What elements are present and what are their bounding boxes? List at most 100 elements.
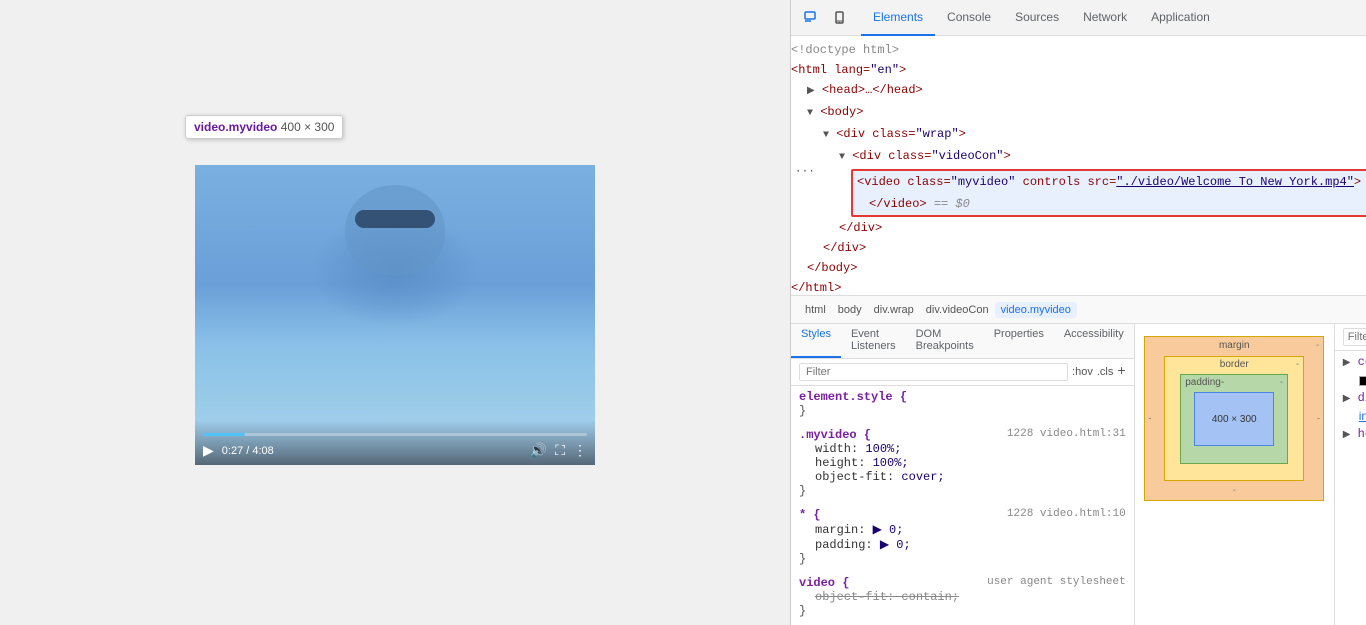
content-box: 400 × 300 bbox=[1194, 392, 1274, 446]
progress-fill bbox=[203, 433, 245, 436]
more-options-icon[interactable]: ⋮ bbox=[573, 442, 587, 459]
dom-doctype[interactable]: <!doctype html> bbox=[791, 40, 1366, 60]
margin-top-label: margin bbox=[1219, 340, 1250, 351]
video-element[interactable]: ▶ 0:27 / 4:08 🔊 ⛶ ⋮ bbox=[195, 165, 595, 465]
universal-source[interactable]: 1228 video.html:10 bbox=[1007, 508, 1126, 520]
dom-container: <!doctype html> <html lang="en"> ▶ <head… bbox=[791, 36, 1366, 296]
html-tag: <html lang="en"> bbox=[791, 63, 906, 77]
tooltip-class: video.myvideo bbox=[194, 120, 277, 134]
box-model-panel: margin - border - padding- - 400 × 300 bbox=[1135, 324, 1335, 625]
styles-panel: Styles Event Listeners DOM Breakpoints P… bbox=[791, 324, 1135, 625]
dom-wrap-div[interactable]: ▼ <div class="wrap"> bbox=[791, 124, 1366, 146]
color-expand-arrow[interactable]: ▶ bbox=[1343, 358, 1351, 369]
padding-label: padding- bbox=[1185, 377, 1224, 388]
myvideo-style-rule: .myvideo { 1228 video.html:31 width: 100… bbox=[799, 428, 1126, 498]
margin-bottom-val: - bbox=[1233, 485, 1236, 496]
computed-filter-bar: Show all bbox=[1335, 324, 1366, 351]
tab-application[interactable]: Application bbox=[1139, 0, 1222, 36]
styles-content: element.style { } .myvideo { 1228 video.… bbox=[791, 386, 1134, 625]
devtools-tabs: Elements Console Sources Network Applica… bbox=[861, 0, 1366, 36]
universal-style-rule: * { 1228 video.html:10 margin: ▶ 0; padd… bbox=[799, 508, 1126, 566]
hover-filter-button[interactable]: :hov bbox=[1072, 366, 1093, 378]
dom-head[interactable]: ▶ <head>…</head> bbox=[791, 80, 1366, 102]
video-controls: ▶ 0:27 / 4:08 🔊 ⛶ ⋮ bbox=[195, 420, 595, 465]
margin-dash-label: - bbox=[1316, 340, 1319, 351]
display-link[interactable]: inline bbox=[1359, 409, 1366, 423]
dom-videocon-div[interactable]: ▼ <div class="videoCon"> bbox=[791, 146, 1366, 168]
tab-styles[interactable]: Styles bbox=[791, 324, 841, 358]
styles-filter-input[interactable] bbox=[799, 363, 1068, 381]
dom-html[interactable]: <html lang="en"> bbox=[791, 60, 1366, 80]
inspect-element-button[interactable] bbox=[797, 4, 825, 32]
computed-panel: Show all ▶ color rgb(0, 0, 0) ▶ display … bbox=[1335, 324, 1366, 625]
videocon-expand-arrow[interactable]: ▼ bbox=[839, 152, 845, 163]
head-expand-arrow[interactable]: ▶ bbox=[807, 86, 815, 97]
element-style-rule: element.style { } bbox=[799, 390, 1126, 418]
video-panel: video.myvideo 400 × 300 ▶ 0:27 / 4:08 🔊 … bbox=[0, 0, 790, 625]
tab-console[interactable]: Console bbox=[935, 0, 1003, 36]
tab-accessibility[interactable]: Accessibility bbox=[1054, 324, 1134, 358]
body-expand-arrow[interactable]: ▼ bbox=[807, 108, 813, 119]
volume-icon[interactable]: 🔊 bbox=[530, 442, 547, 459]
breadcrumb-myvideo[interactable]: video.myvideo bbox=[995, 302, 1077, 318]
color-swatch bbox=[1359, 376, 1366, 386]
color-prop: ▶ color bbox=[1343, 355, 1366, 369]
tab-properties[interactable]: Properties bbox=[984, 324, 1054, 358]
breadcrumb-wrap[interactable]: div.wrap bbox=[868, 302, 920, 318]
border-label: border bbox=[1220, 359, 1249, 370]
display-prop: ▶ display bbox=[1343, 391, 1366, 405]
video-ua-rule: video { user agent stylesheet object-fit… bbox=[799, 576, 1126, 618]
wrap-expand-arrow[interactable]: ▼ bbox=[823, 130, 829, 141]
breadcrumb-html[interactable]: html bbox=[799, 302, 832, 318]
dom-videocon-close[interactable]: </div> bbox=[791, 218, 1366, 238]
display-value: inline bbox=[1343, 409, 1366, 423]
tab-network[interactable]: Network bbox=[1071, 0, 1139, 36]
progress-bar[interactable] bbox=[203, 433, 587, 436]
device-toggle-button[interactable] bbox=[827, 4, 855, 32]
dom-wrap-close[interactable]: </div> bbox=[791, 238, 1366, 258]
myvideo-source[interactable]: 1228 video.html:31 bbox=[1007, 428, 1126, 440]
breadcrumb-videocon[interactable]: div.videoCon bbox=[920, 302, 995, 318]
display-expand-arrow[interactable]: ▶ bbox=[1343, 394, 1351, 405]
computed-content: ▶ color rgb(0, 0, 0) ▶ display inline ▶ … bbox=[1335, 351, 1366, 625]
tab-elements[interactable]: Elements bbox=[861, 0, 935, 36]
controls-row: ▶ 0:27 / 4:08 🔊 ⛶ ⋮ bbox=[203, 442, 587, 459]
dom-more-button[interactable]: ··· bbox=[791, 166, 819, 178]
element-tooltip: video.myvideo 400 × 300 bbox=[185, 115, 343, 139]
color-value: rgb(0, 0, 0) bbox=[1343, 373, 1366, 387]
dom-video-highlighted[interactable]: <video class="myvideo" controls src="./v… bbox=[851, 169, 1366, 217]
dom-html-close[interactable]: </html> bbox=[791, 278, 1366, 296]
margin-left-val: - bbox=[1148, 413, 1151, 424]
ua-source: user agent stylesheet bbox=[987, 576, 1126, 588]
dom-body-close[interactable]: </body> bbox=[791, 258, 1366, 278]
fullscreen-icon[interactable]: ⛶ bbox=[555, 442, 565, 459]
time-display: 0:27 / 4:08 bbox=[222, 445, 274, 457]
toolbar-icons bbox=[791, 4, 861, 32]
styles-sub-tabs: Styles Event Listeners DOM Breakpoints P… bbox=[791, 324, 1134, 359]
bottom-panels: Styles Event Listeners DOM Breakpoints P… bbox=[791, 324, 1366, 625]
class-filter-button[interactable]: .cls bbox=[1097, 366, 1114, 378]
border-dash-label: - bbox=[1296, 359, 1299, 370]
margin-right-val: - bbox=[1317, 413, 1320, 424]
add-style-button[interactable]: + bbox=[1117, 364, 1125, 380]
tab-dom-breakpoints[interactable]: DOM Breakpoints bbox=[906, 324, 984, 358]
devtools-panel: Elements Console Sources Network Applica… bbox=[790, 0, 1366, 625]
tab-event-listeners[interactable]: Event Listeners bbox=[841, 324, 906, 358]
dom-panel: <!doctype html> <html lang="en"> ▶ <head… bbox=[791, 36, 1366, 296]
dom-video-close-tag[interactable]: </video> == $0 bbox=[853, 193, 1366, 215]
dom-body[interactable]: ▼ <body> bbox=[791, 102, 1366, 124]
tab-sources[interactable]: Sources bbox=[1003, 0, 1071, 36]
height-prop: ▶ height bbox=[1343, 427, 1366, 441]
height-expand-arrow[interactable]: ▶ bbox=[1343, 430, 1351, 441]
styles-filter-bar: :hov .cls + bbox=[791, 359, 1134, 386]
play-button[interactable]: ▶ bbox=[203, 442, 214, 459]
computed-filter-input[interactable] bbox=[1343, 328, 1366, 346]
padding-dash-label: - bbox=[1280, 377, 1283, 388]
dom-video-open-tag[interactable]: <video class="myvideo" controls src="./v… bbox=[853, 171, 1366, 193]
breadcrumb-body[interactable]: body bbox=[832, 302, 868, 318]
doctype-text: <!doctype html> bbox=[791, 43, 899, 57]
tooltip-dimensions: 400 × 300 bbox=[281, 120, 335, 134]
breadcrumbs: html body div.wrap div.videoCon video.my… bbox=[791, 296, 1366, 324]
content-size-label: 400 × 300 bbox=[1212, 413, 1257, 426]
devtools-toolbar: Elements Console Sources Network Applica… bbox=[791, 0, 1366, 36]
